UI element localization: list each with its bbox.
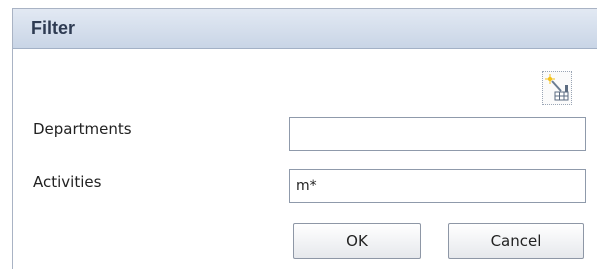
departments-input[interactable] xyxy=(289,117,586,151)
dialog-titlebar: Filter xyxy=(13,9,597,49)
departments-label: Departments xyxy=(33,120,132,138)
filter-dialog: Filter Departments Activities OK Cancel xyxy=(12,8,597,269)
activities-label: Activities xyxy=(33,173,102,191)
dialog-title: Filter xyxy=(31,18,76,38)
activities-input[interactable] xyxy=(289,169,586,203)
clear-filter-icon xyxy=(543,72,571,104)
ok-button[interactable]: OK xyxy=(293,223,421,259)
clear-filter-button[interactable] xyxy=(542,71,572,105)
cancel-button[interactable]: Cancel xyxy=(448,223,584,259)
